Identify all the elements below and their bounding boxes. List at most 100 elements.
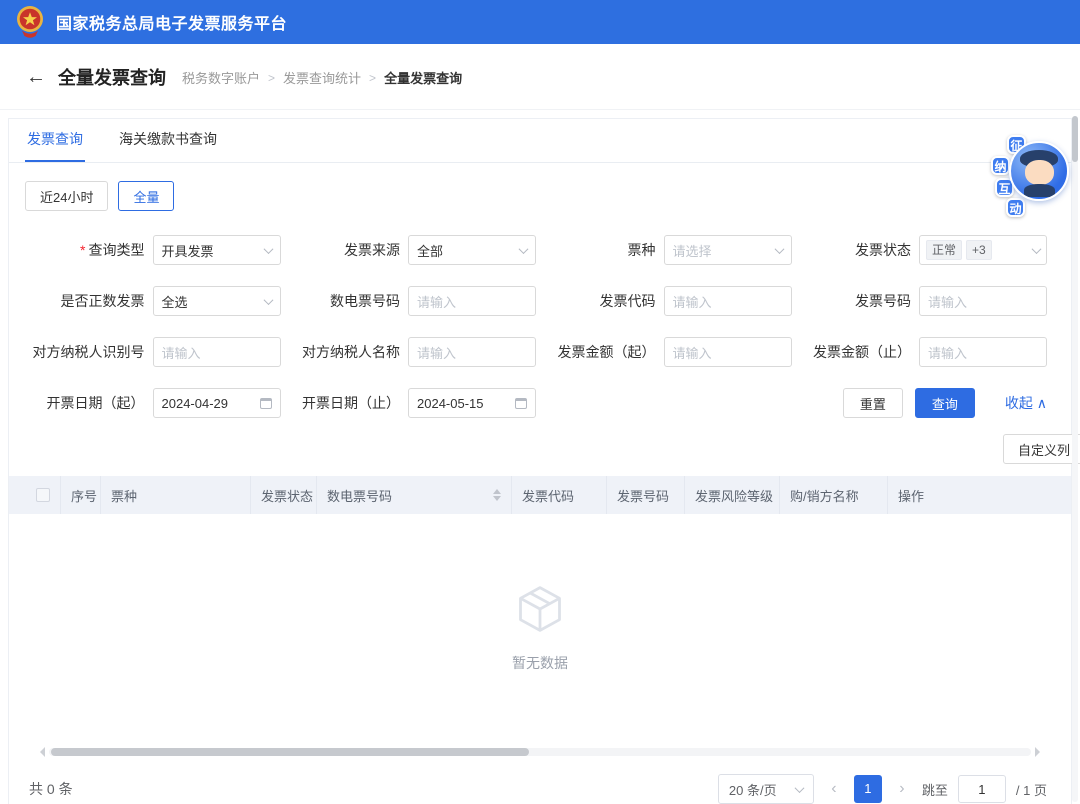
column-header-digital-number[interactable]: 数电票号码: [317, 476, 512, 514]
jump-page-input[interactable]: [957, 775, 1006, 803]
form-item-invoice-amount-from: 发票金额（起） 请输入: [536, 337, 792, 367]
range-button-last-24h[interactable]: 近24小时: [25, 181, 109, 211]
column-label: 购/销方名称: [790, 488, 859, 504]
form-item-counterparty-taxpayer-name: 对方纳税人名称 请输入: [281, 337, 536, 367]
main-card: 发票查询 海关缴款书查询 近24小时 全量 * 查询类型 开具发票 发票来源 全部 票种 请选择…: [8, 118, 1080, 804]
invoice-amount-to-value: 请输入: [928, 345, 968, 361]
form-label-digital-invoice-number: 数电票号码: [330, 293, 400, 309]
column-header-risk-level: 发票风险等级: [685, 476, 780, 514]
collapse-link[interactable]: 收起 ∧: [1005, 393, 1047, 413]
form-label-query-type: * 查询类型: [80, 242, 145, 258]
vertical-scrollbar-thumb[interactable]: [1072, 116, 1078, 162]
issue-date-to-value: 2024-05-15: [417, 395, 484, 411]
column-header-invoice-number: 发票号码: [607, 476, 685, 514]
form-item-invoice-amount-to: 发票金额（止） 请输入: [792, 337, 1047, 367]
scroll-right-icon[interactable]: [1035, 747, 1045, 757]
issue-date-from-value: 2024-04-29: [161, 395, 229, 411]
chevron-down-icon: [263, 294, 273, 305]
status-tag[interactable]: 正常: [926, 240, 963, 260]
column-header-operation: 操作: [888, 476, 1071, 514]
invoice-code-value: 请输入: [672, 294, 712, 310]
issue-date-to-date-picker[interactable]: 2024-05-15: [408, 388, 536, 418]
sort-asc-icon[interactable]: [493, 489, 501, 494]
calendar-icon: [259, 397, 272, 409]
mascot-collar: [1024, 184, 1055, 197]
chevron-down-icon: [518, 243, 529, 254]
positive-invoice-select[interactable]: 全选: [152, 286, 281, 316]
reset-button[interactable]: 重置: [842, 388, 903, 418]
chevron-down-icon: [1031, 243, 1042, 254]
next-page-button[interactable]: ›: [892, 780, 912, 798]
mascot-char: 动: [1006, 198, 1025, 217]
page-1-button[interactable]: 1: [853, 775, 882, 803]
column-header-ticket-type: 票种: [101, 476, 251, 514]
pagination-bar: 共 0 条 20 条/页 ‹ 1 › 跳至 / 1 页: [9, 758, 1071, 804]
invoice-source-value: 全部: [417, 243, 444, 259]
query-type-select[interactable]: 开具发票: [152, 235, 281, 265]
column-label: 发票风险等级: [695, 488, 774, 504]
mascot-char: 纳: [991, 156, 1010, 175]
column-label: 发票状态: [261, 488, 314, 504]
select-all-checkbox[interactable]: [35, 488, 50, 502]
form-item-invoice-status: 发票状态 正常 +3: [792, 235, 1047, 265]
tab-customs-payment-query[interactable]: 海关缴款书查询: [117, 119, 219, 162]
custom-columns-button[interactable]: 自定义列: [1002, 434, 1080, 464]
digital-invoice-number-input[interactable]: 请输入: [408, 286, 536, 316]
column-header-party-name: 购/销方名称: [780, 476, 888, 514]
counterparty-taxpayer-id-input[interactable]: 请输入: [152, 337, 281, 367]
breadcrumb-item[interactable]: 发票查询统计: [283, 68, 361, 87]
form-label-invoice-status: 发票状态: [855, 242, 911, 258]
form-label-invoice-amount-from: 发票金额（起）: [557, 344, 656, 360]
invoice-amount-from-input[interactable]: 请输入: [663, 337, 792, 367]
positive-invoice-value: 全选: [161, 294, 188, 310]
breadcrumb-item[interactable]: 税务数字账户: [182, 68, 260, 87]
table-header: 序号 票种 发票状态 数电票号码 发票代码 发票号码 发票风险等级 购/销方名称 操作: [9, 476, 1071, 514]
scroll-left-icon[interactable]: [35, 747, 45, 757]
invoice-amount-to-input[interactable]: 请输入: [919, 337, 1047, 367]
app-window: 国家税务总局电子发票服务平台 ← 全量发票查询 税务数字账户 > 发票查询统计 > 全量…: [0, 0, 1080, 804]
form-label-invoice-amount-to: 发票金额（止）: [813, 344, 911, 360]
invoice-source-select[interactable]: 全部: [408, 235, 536, 265]
mascot-widget[interactable]: 征纳互动: [977, 135, 1071, 223]
sort-desc-icon[interactable]: [493, 496, 501, 501]
sort-icons[interactable]: [493, 489, 501, 501]
query-type-value: 开具发票: [161, 243, 214, 259]
form-label-invoice-code: 发票代码: [599, 293, 656, 309]
form-item-query-type: * 查询类型 开具发票: [25, 235, 281, 265]
scrollbar-thumb[interactable]: [51, 748, 529, 756]
content-area: 发票查询 海关缴款书查询 近24小时 全量 * 查询类型 开具发票 发票来源 全部 票种 请选择…: [0, 110, 1080, 804]
breadcrumb-item: 全量发票查询: [384, 71, 463, 86]
horizontal-scrollbar: [35, 746, 1045, 758]
digital-invoice-number-value: 请输入: [417, 294, 457, 310]
required-mark: *: [80, 242, 86, 258]
ticket-type-select[interactable]: 请选择: [663, 235, 792, 265]
vertical-scrollbar[interactable]: [1072, 116, 1078, 802]
invoice-number-input[interactable]: 请输入: [919, 286, 1047, 316]
form-item-issue-date-to: 开票日期（止） 2024-05-15: [281, 388, 536, 418]
form-label-issue-date-from: 开票日期（起）: [46, 395, 145, 411]
form-item-digital-invoice-number: 数电票号码 请输入: [281, 286, 536, 316]
scrollbar-track[interactable]: [49, 748, 1031, 756]
tab-invoice-query[interactable]: 发票查询: [25, 119, 85, 162]
back-arrow-button[interactable]: ←: [26, 67, 46, 87]
invoice-status-select[interactable]: 正常 +3: [919, 235, 1047, 265]
form-item-invoice-code: 发票代码 请输入: [536, 286, 792, 316]
status-tag[interactable]: +3: [966, 240, 992, 260]
range-button-full[interactable]: 全量: [118, 181, 175, 211]
mascot-avatar-icon: [1009, 141, 1069, 201]
form-item-counterparty-taxpayer-id: 对方纳税人识别号 请输入: [25, 337, 281, 367]
issue-date-from-date-picker[interactable]: 2024-04-29: [152, 388, 281, 418]
query-button[interactable]: 查询: [914, 388, 975, 418]
jump-to-label: 跳至: [921, 782, 948, 798]
form-label-counterparty-taxpayer-name: 对方纳税人名称: [302, 344, 400, 360]
page-size-select[interactable]: 20 条/页: [717, 774, 814, 804]
prev-page-button[interactable]: ‹: [824, 780, 844, 798]
select-all-cell: [25, 476, 61, 514]
counterparty-taxpayer-name-input[interactable]: 请输入: [408, 337, 536, 367]
invoice-code-input[interactable]: 请输入: [663, 286, 792, 316]
form-label-invoice-number: 发票号码: [855, 293, 911, 309]
app-header: 国家税务总局电子发票服务平台: [0, 0, 1080, 44]
tabs: 发票查询 海关缴款书查询: [9, 119, 1071, 163]
filter-form: * 查询类型 开具发票 发票来源 全部 票种 请选择 发票状态 正常 +3 是否正数发票 全选 数电票号…: [9, 235, 1071, 418]
column-label: 数电票号码: [327, 488, 393, 504]
